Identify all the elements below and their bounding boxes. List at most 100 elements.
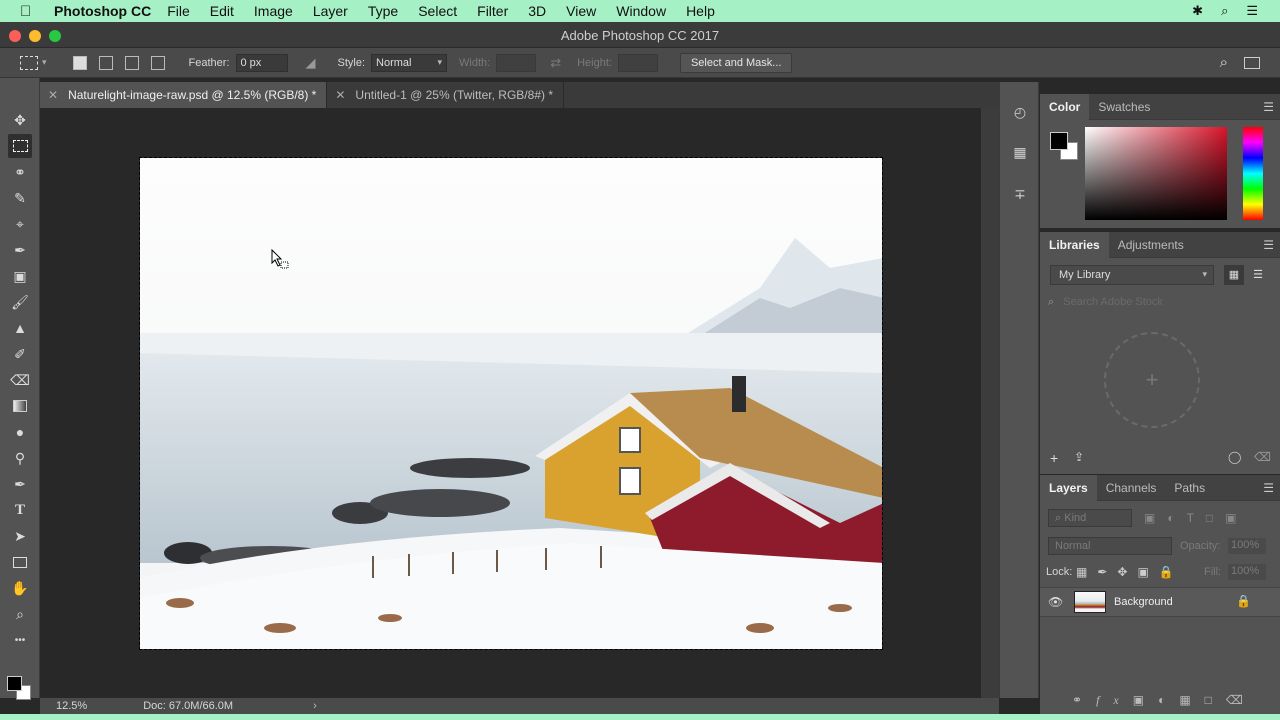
menu-icon[interactable]: ☰ xyxy=(1246,3,1258,19)
anti-alias-icon[interactable]: ◢ xyxy=(306,55,316,71)
gradient-tool-icon[interactable] xyxy=(8,394,32,418)
tab-channels[interactable]: Channels xyxy=(1097,475,1166,501)
link-icon[interactable]: ⚭ xyxy=(1072,693,1096,707)
tab-libraries[interactable]: Libraries xyxy=(1040,231,1109,258)
zoom-window-button[interactable] xyxy=(49,30,61,42)
pen-tool-icon[interactable]: ✒ xyxy=(8,472,32,496)
more-tools-icon[interactable]: ••• xyxy=(8,628,32,652)
type-tool-icon[interactable]: T xyxy=(8,498,32,522)
hue-slider[interactable] xyxy=(1243,127,1263,220)
panel-menu-icon[interactable]: ☰ xyxy=(1263,238,1274,252)
menu-help[interactable]: Help xyxy=(686,3,715,19)
menu-view[interactable]: View xyxy=(566,3,596,19)
dodge-tool-icon[interactable]: ⚲ xyxy=(8,446,32,470)
tab-color[interactable]: Color xyxy=(1040,93,1090,120)
fill-input[interactable]: 100% xyxy=(1228,564,1266,580)
grid-view-icon[interactable]: ▦ xyxy=(1224,265,1244,285)
tab-untitled[interactable]: ✕ Untitled-1 @ 25% (Twitter, RGB/8#) * xyxy=(327,82,564,108)
foreground-color-swatch[interactable] xyxy=(7,676,22,691)
stock-search[interactable]: ⌕ Search Adobe Stock xyxy=(1048,296,1272,312)
layer-row-background[interactable]: 👁 Background 🔒 xyxy=(1040,587,1280,617)
properties-icon[interactable]: ▦ xyxy=(1010,144,1030,164)
minimize-window-button[interactable] xyxy=(29,30,41,42)
healing-brush-tool-icon[interactable]: ▣ xyxy=(8,264,32,288)
opacity-input[interactable]: 100% xyxy=(1228,538,1266,554)
bluetooth-icon[interactable]: ✱ xyxy=(1192,3,1203,19)
vertical-scrollbar[interactable] xyxy=(981,108,999,698)
eyedropper-tool-icon[interactable]: ✒ xyxy=(8,238,32,262)
document-image[interactable] xyxy=(139,157,883,650)
swap-icon[interactable]: ⇄ xyxy=(550,55,561,71)
tab-paths[interactable]: Paths xyxy=(1165,475,1214,501)
crop-tool-icon[interactable]: ⌖ xyxy=(8,212,32,236)
upload-icon[interactable]: ⇪ xyxy=(1074,450,1084,464)
zoom-tool-icon[interactable]: ⌕ xyxy=(8,602,32,626)
panel-menu-icon[interactable]: ☰ xyxy=(1263,481,1274,495)
history-icon[interactable]: ◴ xyxy=(1010,104,1030,124)
apple-icon[interactable]:  xyxy=(20,3,40,20)
close-icon[interactable]: ✕ xyxy=(48,88,58,102)
intersect-selection-icon[interactable] xyxy=(150,55,165,70)
subtract-selection-icon[interactable] xyxy=(124,55,139,70)
history-brush-tool-icon[interactable]: ✐ xyxy=(8,342,32,366)
width-input[interactable] xyxy=(496,53,537,72)
folder-icon[interactable]: ▦ xyxy=(1179,693,1204,707)
rectangle-tool-icon[interactable] xyxy=(8,550,32,574)
close-window-button[interactable] xyxy=(9,30,21,42)
menu-edit[interactable]: Edit xyxy=(210,3,234,19)
menu-file[interactable]: File xyxy=(167,3,190,19)
layer-filter-icons[interactable]: ▣◐T□▣ xyxy=(1144,511,1249,525)
add-asset-icon[interactable]: + xyxy=(1104,332,1200,428)
eraser-tool-icon[interactable]: ⌫ xyxy=(8,368,32,392)
foreground-color-swatch[interactable] xyxy=(1050,132,1068,150)
tab-adjustments[interactable]: Adjustments xyxy=(1109,232,1193,258)
style-select[interactable]: Normal ▾ xyxy=(371,53,448,72)
color-field[interactable] xyxy=(1085,127,1227,220)
creative-cloud-icon[interactable]: ◯ xyxy=(1228,450,1241,464)
close-icon[interactable]: ✕ xyxy=(335,88,345,102)
select-and-mask-button[interactable]: Select and Mask... xyxy=(679,52,793,73)
menu-window[interactable]: Window xyxy=(616,3,666,19)
adjustment-icon[interactable]: ◐ xyxy=(1158,693,1179,707)
move-tool-icon[interactable]: ✥ xyxy=(8,108,32,132)
new-selection-icon[interactable] xyxy=(72,55,87,70)
panel-menu-icon[interactable]: ☰ xyxy=(1263,100,1274,114)
menu-layer[interactable]: Layer xyxy=(313,3,348,19)
blur-tool-icon[interactable]: ● xyxy=(8,420,32,444)
add-icon[interactable]: + xyxy=(1050,450,1058,466)
lasso-tool-icon[interactable]: ⚭ xyxy=(8,160,32,184)
chevron-right-icon[interactable]: › xyxy=(313,700,317,712)
chevron-down-icon[interactable]: ▾ xyxy=(42,57,47,68)
menu-filter[interactable]: Filter xyxy=(477,3,508,19)
hand-tool-icon[interactable]: ✋ xyxy=(8,576,32,600)
fx-icon[interactable]: fx xyxy=(1096,693,1133,707)
search-icon[interactable]: ⌕ xyxy=(1220,54,1228,71)
brush-tool-icon[interactable]: 🖌 xyxy=(8,290,32,314)
menu-image[interactable]: Image xyxy=(254,3,293,19)
feather-input[interactable]: 0 px xyxy=(235,53,288,72)
quick-selection-tool-icon[interactable]: ✎ xyxy=(8,186,32,210)
workspace-icon[interactable] xyxy=(1244,56,1260,69)
layer-name[interactable]: Background xyxy=(1114,596,1173,608)
library-select[interactable]: My Library ▾ xyxy=(1050,265,1214,285)
height-input[interactable] xyxy=(617,53,658,72)
add-selection-icon[interactable] xyxy=(98,55,113,70)
menu-3d[interactable]: 3D xyxy=(528,3,546,19)
lock-option-icons[interactable]: ▦✒✥▣🔒 xyxy=(1076,565,1184,579)
zoom-level[interactable]: 12.5% xyxy=(56,700,87,712)
path-selection-tool-icon[interactable]: ➤ xyxy=(8,524,32,548)
rectangular-marquee-tool-icon[interactable] xyxy=(8,134,32,158)
layer-kind-filter[interactable]: ⌕ Kind xyxy=(1048,509,1132,527)
mask-icon[interactable]: ▣ xyxy=(1133,693,1158,707)
menu-select[interactable]: Select xyxy=(418,3,457,19)
list-view-icon[interactable]: ☰ xyxy=(1248,265,1268,285)
tab-naturelight[interactable]: ✕ Naturelight-image-raw.psd @ 12.5% (RGB… xyxy=(40,82,328,108)
paragraph-icon[interactable]: ∓ xyxy=(1010,186,1030,206)
tab-layers[interactable]: Layers xyxy=(1040,474,1097,501)
eye-icon[interactable]: 👁 xyxy=(1048,595,1063,609)
search-icon[interactable]: ⌕ xyxy=(1221,3,1228,19)
new-layer-icon[interactable]: □ xyxy=(1205,693,1226,707)
trash-icon[interactable]: ⌫ xyxy=(1254,450,1271,464)
tab-swatches[interactable]: Swatches xyxy=(1089,94,1159,120)
blend-mode-select[interactable]: Normal xyxy=(1048,537,1172,555)
